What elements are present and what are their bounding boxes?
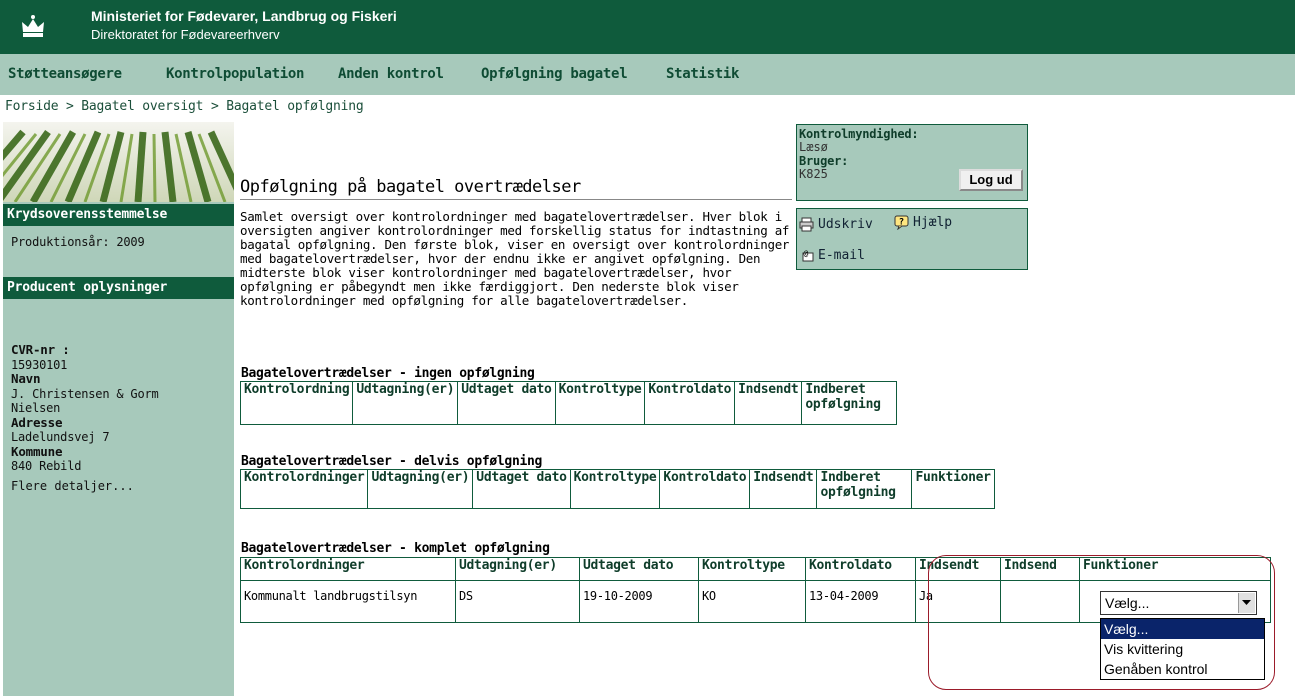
cell-udtagning: DS — [455, 580, 580, 623]
chevron-down-icon — [1242, 600, 1251, 605]
tools-box: Udskriv ? Hjælp @ E-mail — [796, 208, 1028, 270]
table-header-row: Kontrolordninger Udtagning(er) Udtaget d… — [240, 557, 1271, 581]
cell-indsendt: Ja — [915, 580, 1001, 623]
more-details-link[interactable]: Flere detaljer... — [11, 479, 134, 493]
nav-anden-kontrol[interactable]: Anden kontrol — [338, 66, 444, 82]
col-indsendt: Indsendt — [734, 381, 803, 425]
print-link[interactable]: Udskriv — [799, 217, 873, 232]
cell-kontroltype: KO — [698, 580, 806, 623]
name-label: Navn — [11, 371, 41, 386]
option-vaelg[interactable]: Vælg... — [1101, 619, 1264, 639]
municipality-value: 840 Rebild — [11, 459, 82, 473]
logout-button[interactable]: Log ud — [959, 169, 1023, 191]
col-udtagning: Udtagning(er) — [352, 381, 459, 425]
org-subtitle: Direktoratet for Fødevareerhverv — [91, 27, 280, 42]
section-delvis-opfolgning-title: Bagatelovertrædelser - delvis opfølgning — [241, 454, 543, 469]
section-komplet-opfolgning-title: Bagatelovertrædelser - komplet opfølgnin… — [241, 541, 550, 556]
col-kontrolordninger: Kontrolordninger — [239, 469, 369, 509]
page-description: Samlet oversigt over kontrolordninger me… — [240, 209, 790, 308]
app-header: Ministeriet for Fødevarer, Landbrug og F… — [0, 0, 1295, 54]
main-nav: Støtteansøgere Kontrolpopulation Anden k… — [0, 54, 1295, 95]
option-genaaben-kontrol[interactable]: Genåben kontrol — [1101, 659, 1264, 679]
col-kontroltype: Kontroltype — [554, 381, 646, 425]
address-label: Adresse — [11, 414, 63, 430]
field-image — [3, 122, 234, 202]
col-indsendt: Indsendt — [749, 469, 818, 509]
cell-indsend — [1000, 580, 1080, 623]
email-link[interactable]: @ E-mail — [799, 248, 865, 263]
cell-kontroldato: 13-04-2009 — [805, 580, 916, 623]
funktioner-dropdown-list: Vælg... Vis kvittering Genåben kontrol — [1100, 618, 1265, 680]
sidebar-title-producent: Producent oplysninger — [3, 277, 234, 299]
sidebar: Krydsoverensstemmelse Produktionsår: 200… — [3, 122, 234, 696]
print-label: Udskriv — [818, 217, 873, 232]
crown-icon — [18, 12, 48, 42]
email-icon: @ — [802, 249, 814, 262]
authority-value: Læsø — [799, 140, 828, 154]
col-indberet-opfolgning: Indberet opfølgning — [801, 381, 898, 425]
breadcrumb-current: Bagatel opfølgning — [226, 99, 364, 114]
page-title: Opfølgning på bagatel overtrædelser — [240, 177, 581, 197]
col-udtagning: Udtagning(er) — [455, 557, 580, 581]
nav-stotteansogere[interactable]: Støtteansøgere — [8, 66, 122, 82]
col-kontroltype: Kontroltype — [569, 469, 661, 509]
col-udtaget-dato: Udtaget dato — [579, 557, 699, 581]
nav-kontrolpopulation[interactable]: Kontrolpopulation — [166, 66, 305, 82]
email-label: E-mail — [818, 248, 865, 263]
breadcrumb-bagatel-oversigt[interactable]: Bagatel oversigt — [81, 99, 203, 114]
cell-kontrolordning: Kommunalt landbrugstilsyn — [240, 580, 456, 623]
nav-statistik[interactable]: Statistik — [666, 66, 739, 82]
col-indsendt: Indsendt — [915, 557, 1001, 581]
col-udtaget-dato: Udtaget dato — [457, 381, 556, 425]
cvr-label: CVR-nr : — [11, 342, 70, 357]
cvr-value: 15930101 — [11, 357, 68, 372]
nav-opfolgning-bagatel[interactable]: Opfølgning bagatel — [481, 66, 628, 82]
name-value: J. Christensen & Gorm Nielsen — [11, 386, 159, 416]
col-funktioner: Funktioner — [1079, 557, 1271, 581]
production-year: Produktionsår: 2009 — [11, 235, 145, 249]
table-header-row: Kontrolordninger Udtagning(er) Udtaget d… — [239, 469, 995, 509]
col-udtaget-dato: Udtaget dato — [472, 469, 571, 509]
title-divider — [240, 199, 792, 200]
col-indberet-opfolgning: Indberet opfølgning — [816, 469, 913, 509]
col-kontrolordning: Kontrolordning — [239, 381, 354, 425]
col-kontroldato: Kontroldato — [659, 469, 751, 509]
table-delvis-opfolgning: Kontrolordninger Udtagning(er) Udtaget d… — [239, 469, 995, 509]
cell-udtaget-dato: 19-10-2009 — [579, 580, 699, 623]
breadcrumb: Forside > Bagatel oversigt > Bagatel opf… — [5, 99, 364, 114]
breadcrumb-forside[interactable]: Forside — [5, 99, 59, 114]
svg-text:?: ? — [899, 218, 904, 228]
select-value: Vælg... — [1105, 595, 1150, 611]
col-kontroldato: Kontroldato — [644, 381, 736, 425]
dropdown-arrow[interactable] — [1238, 593, 1255, 613]
org-title: Ministeriet for Fødevarer, Landbrug og F… — [91, 8, 397, 24]
option-vis-kvittering[interactable]: Vis kvittering — [1101, 639, 1264, 659]
table-ingen-opfolgning: Kontrolordning Udtagning(er) Udtaget dat… — [239, 381, 898, 425]
col-funktioner: Funktioner — [911, 469, 995, 509]
col-udtagning: Udtagning(er) — [367, 469, 474, 509]
col-kontroldato: Kontroldato — [805, 557, 916, 581]
col-kontrolordninger: Kontrolordninger — [240, 557, 456, 581]
sidebar-title-krydsoverensstemmelse: Krydsoverensstemmelse — [3, 204, 234, 226]
svg-text:@: @ — [804, 249, 809, 258]
address-value: Ladelundsvej 7 — [11, 430, 110, 444]
funktioner-select[interactable]: Vælg... — [1100, 591, 1257, 615]
help-icon: ? — [894, 215, 909, 230]
table-header-row: Kontrolordning Udtagning(er) Udtaget dat… — [239, 381, 898, 425]
help-label: Hjælp — [913, 215, 953, 230]
section-ingen-opfolgning-title: Bagatelovertrædelser - ingen opfølgning — [241, 366, 535, 381]
producer-info: CVR-nr : 15930101 Navn J. Christensen & … — [11, 342, 211, 474]
authority-label: Kontrolmyndighed: — [799, 127, 919, 141]
user-info-box: Kontrolmyndighed: Læsø Bruger: K825 Log … — [796, 124, 1028, 201]
municipality-label: Kommune — [11, 443, 63, 459]
printer-icon — [799, 217, 814, 232]
help-link[interactable]: ? Hjælp — [894, 215, 952, 230]
col-indsend: Indsend — [1000, 557, 1080, 581]
col-kontroltype: Kontroltype — [698, 557, 806, 581]
user-label: Bruger: — [799, 154, 849, 168]
